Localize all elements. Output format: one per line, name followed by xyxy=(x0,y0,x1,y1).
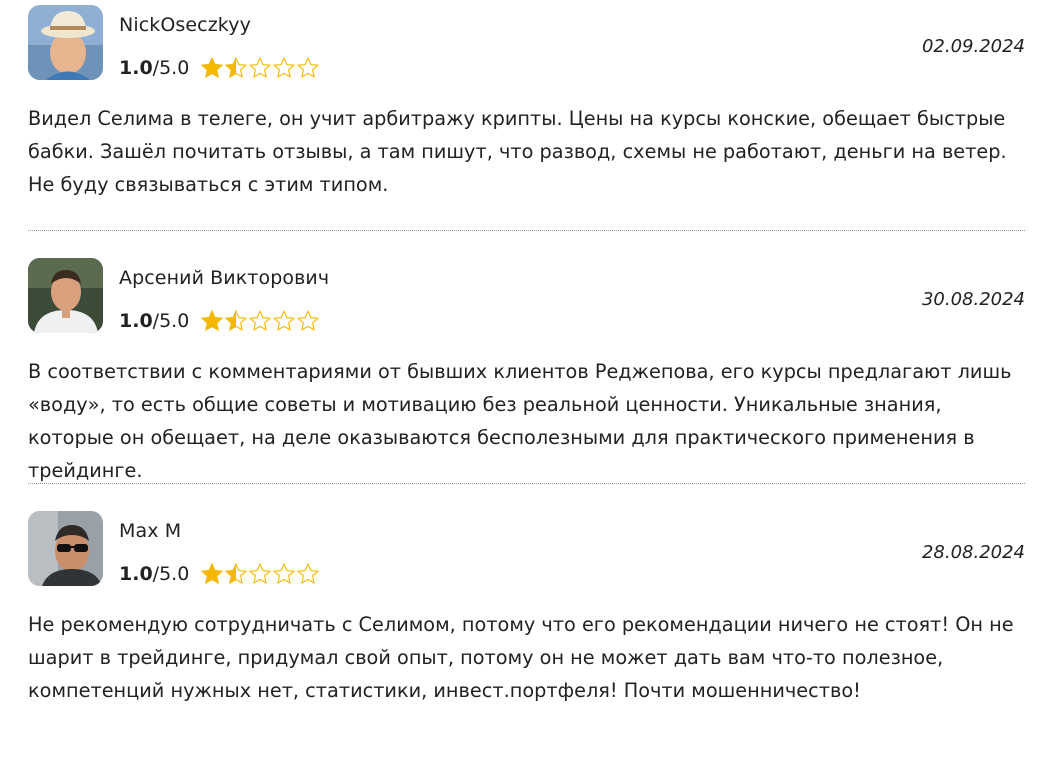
author-name: Max M xyxy=(119,520,182,542)
review-text: Не рекомендую сотрудничать с Селимом, по… xyxy=(28,613,1014,702)
review-text: Видел Селима в телеге, он учит арбитражу… xyxy=(28,107,1007,196)
review-date: 28.08.2024 xyxy=(921,542,1025,563)
review-item: Арсений Викторович 1.0/5.0 30.08.2024 В … xyxy=(0,253,1053,506)
rating-value: 1.0 xyxy=(119,310,153,332)
divider xyxy=(28,230,1025,231)
rating-max: /5.0 xyxy=(152,563,190,585)
user-photo-icon xyxy=(28,5,103,80)
star-rating xyxy=(200,562,320,586)
star-icon xyxy=(225,56,248,78)
avatar xyxy=(28,258,103,333)
review-item: NickOseczkyy 1.0/5.0 02.09.2024 Видел Се… xyxy=(0,0,1053,253)
star-icon xyxy=(201,56,224,78)
rating-max: /5.0 xyxy=(152,57,190,79)
star-rating xyxy=(200,56,320,80)
star-icon xyxy=(201,562,224,584)
star-icon xyxy=(249,309,272,331)
avatar xyxy=(28,5,103,80)
rating-value: 1.0 xyxy=(119,57,153,79)
star-icon xyxy=(225,309,248,331)
star-icon xyxy=(297,562,320,584)
star-rating xyxy=(200,309,320,333)
star-icon xyxy=(273,562,296,584)
star-icon xyxy=(273,309,296,331)
review-text: В соответствии с комментариями от бывших… xyxy=(28,360,1012,482)
user-photo-icon xyxy=(28,511,103,586)
rating-value: 1.0 xyxy=(119,563,153,585)
reviews-list: NickOseczkyy 1.0/5.0 02.09.2024 Видел Се… xyxy=(0,0,1053,759)
rating-max: /5.0 xyxy=(152,310,190,332)
star-icon xyxy=(297,56,320,78)
review-item: Max M 1.0/5.0 28.08.2024 Не рекомендую с… xyxy=(0,506,1053,759)
user-photo-icon xyxy=(28,258,103,333)
author-name: Арсений Викторович xyxy=(119,267,330,289)
star-icon xyxy=(297,309,320,331)
star-icon xyxy=(201,309,224,331)
star-icon xyxy=(225,562,248,584)
author-name: NickOseczkyy xyxy=(119,14,251,36)
review-date: 30.08.2024 xyxy=(921,289,1025,310)
rating: 1.0/5.0 xyxy=(119,309,320,333)
rating: 1.0/5.0 xyxy=(119,56,320,80)
divider xyxy=(28,483,1025,484)
star-icon xyxy=(273,56,296,78)
review-date: 02.09.2024 xyxy=(921,36,1025,57)
star-icon xyxy=(249,562,272,584)
star-icon xyxy=(249,56,272,78)
avatar xyxy=(28,511,103,586)
rating: 1.0/5.0 xyxy=(119,562,320,586)
